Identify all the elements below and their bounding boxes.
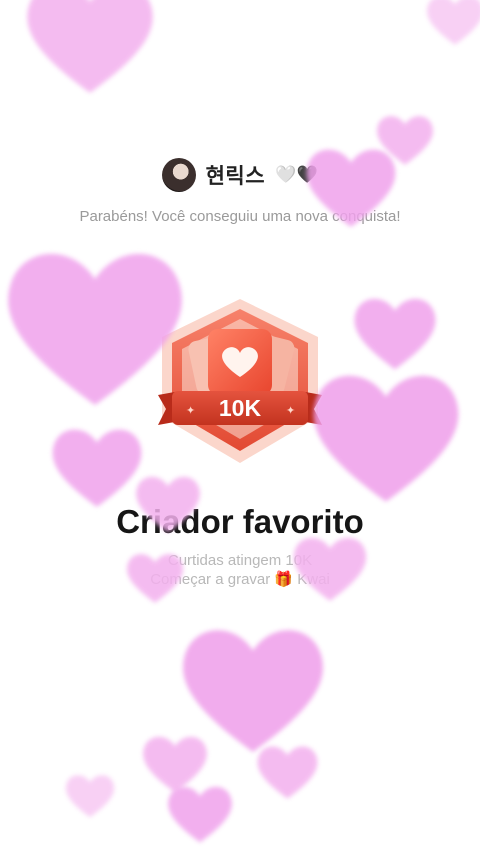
username-hearts: 🤍🖤 [275, 165, 319, 184]
heart-icon [135, 730, 215, 796]
heart-icon [168, 615, 338, 760]
user-row: 현릭스 🤍🖤 [0, 158, 480, 192]
heart-icon [420, 0, 480, 48]
svg-text:✦: ✦ [286, 404, 295, 417]
heart-icon [160, 780, 240, 846]
heart-icon [345, 290, 445, 374]
username: 현릭스 [205, 165, 266, 188]
svg-text:✦: ✦ [186, 404, 195, 417]
achievement-description: Curtidas atingem 10K [167, 552, 313, 569]
heart-icon [10, 0, 170, 100]
achievement-title: Criador favorito [116, 503, 364, 540]
badge-icon: 10K ✦ ✦ [158, 299, 322, 463]
achievement-badge: 10K ✦ ✦ [150, 295, 330, 470]
heart-icon [42, 420, 152, 512]
avatar[interactable] [161, 158, 196, 192]
heart-icon [250, 740, 325, 802]
heart-icon [60, 770, 120, 820]
congrats-text: Parabéns! Você conseguiu uma nova conqui… [79, 208, 401, 225]
badge-value-text: 10K [219, 395, 262, 421]
achievement-screen: 현릭스 🤍🖤 Parabéns! Você conseguiu uma nova… [0, 0, 480, 854]
start-recording-prompt[interactable]: Começar a gravar 🎁 Kwai [0, 570, 480, 588]
